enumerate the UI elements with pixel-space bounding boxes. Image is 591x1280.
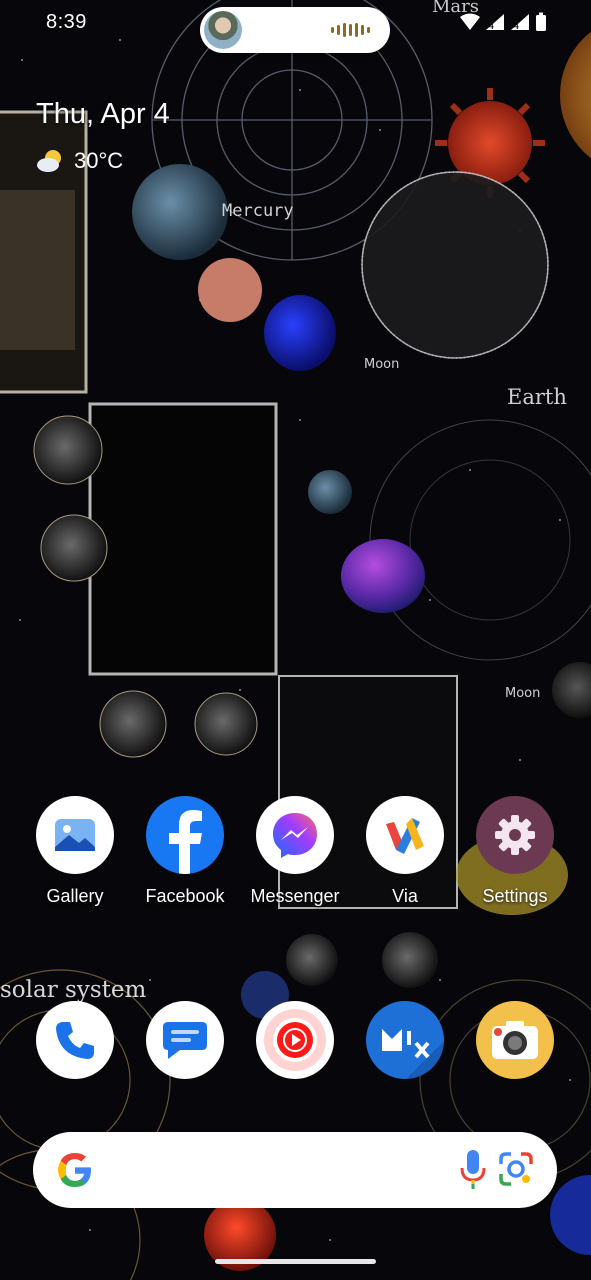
youtube-music-icon [256, 1001, 334, 1079]
app-via[interactable]: Via [350, 796, 460, 907]
app-messages[interactable] [130, 1001, 240, 1079]
app-label: Settings [482, 886, 548, 906]
media-thumbnail [204, 11, 242, 49]
battery-icon [536, 12, 546, 31]
app-mix[interactable] [350, 1001, 460, 1079]
audio-wave-icon [331, 21, 370, 39]
at-a-glance-weather[interactable]: 30°C [36, 148, 123, 174]
app-label: Facebook [145, 886, 225, 906]
status-time: 8:39 [46, 11, 87, 33]
google-g-icon [58, 1153, 91, 1187]
svg-text:4: 4 [488, 21, 494, 31]
app-gallery[interactable]: Gallery [20, 796, 130, 907]
wallpaper-text-earth: Earth [507, 385, 567, 409]
mic-icon[interactable] [459, 1148, 487, 1192]
app-settings[interactable]: Settings [460, 796, 570, 907]
svg-text:4: 4 [513, 21, 519, 31]
signal-2-icon: 4 [511, 14, 529, 31]
status-bar: 8:39 4 4 [0, 0, 591, 53]
app-label: Via [392, 886, 418, 906]
status-icons: 4 4 [460, 12, 547, 32]
app-camera[interactable] [460, 1001, 570, 1079]
wallpaper-text-moon-2: Moon [505, 686, 540, 701]
app-messenger[interactable]: Messenger [240, 796, 350, 907]
wallpaper-text-moon: Moon [364, 357, 399, 372]
via-icon [366, 796, 444, 874]
media-pill[interactable] [200, 7, 390, 53]
wallpaper-art: Mars Mercury Moon Earth Moon solar syste… [0, 0, 591, 1280]
wifi-icon [460, 13, 480, 30]
wallpaper-text-solar-system: solar system [0, 977, 146, 1003]
weather-temperature: 30°C [74, 148, 124, 173]
app-youtube-music[interactable] [240, 1001, 350, 1079]
signal-icon: 4 [486, 14, 504, 31]
wallpaper-text-mercury: Mercury [222, 201, 294, 221]
messages-icon [146, 1001, 224, 1079]
gallery-icon [36, 796, 114, 874]
at-a-glance-date[interactable]: Thu, Apr 4 [36, 98, 170, 131]
app-label: Gallery [46, 886, 104, 906]
lens-icon[interactable] [497, 1150, 535, 1190]
app-label: Messenger [250, 886, 340, 906]
phone-icon [36, 1001, 114, 1079]
settings-icon [476, 796, 554, 874]
google-search-bar[interactable] [33, 1132, 557, 1208]
app-facebook[interactable]: Facebook [130, 796, 240, 907]
app-phone[interactable] [20, 1001, 130, 1079]
camera-icon [476, 1001, 554, 1079]
gesture-handle[interactable] [215, 1259, 376, 1264]
facebook-icon [146, 796, 224, 874]
partly-sunny-icon [37, 150, 61, 172]
messenger-icon [256, 796, 334, 874]
wallpaper: Mars Mercury Moon Earth Moon solar syste… [0, 0, 591, 1280]
mix-icon [366, 1001, 444, 1079]
